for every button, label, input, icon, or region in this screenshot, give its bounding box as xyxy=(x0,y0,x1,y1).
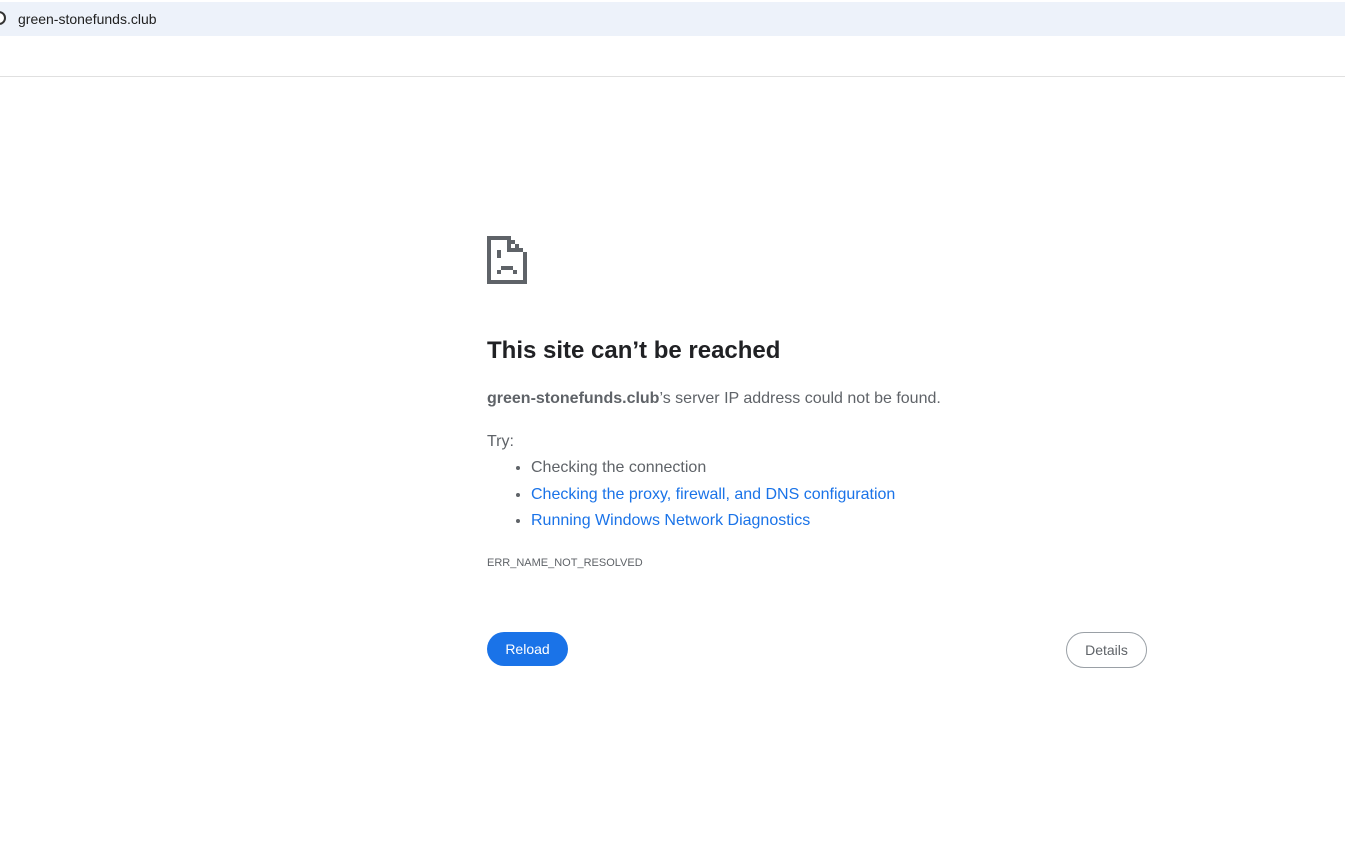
network-diagnostics-link[interactable]: Running Windows Network Diagnostics xyxy=(531,512,810,529)
error-summary: green-stonefunds.club’s server IP addres… xyxy=(487,390,941,408)
error-code: ERR_NAME_NOT_RESOLVED xyxy=(487,557,643,569)
url-text[interactable]: green-stonefunds.club xyxy=(18,11,157,27)
suggestion-item: Running Windows Network Diagnostics xyxy=(531,511,895,538)
suggestion-text: Checking the connection xyxy=(531,459,707,476)
site-info-icon[interactable] xyxy=(0,11,6,25)
try-label: Try: xyxy=(487,433,514,450)
error-title: This site can’t be reached xyxy=(487,337,781,364)
toolbar-divider xyxy=(0,76,1345,77)
error-host: green-stonefunds.club xyxy=(487,390,660,407)
address-bar[interactable]: green-stonefunds.club xyxy=(0,2,1345,36)
sad-page-icon xyxy=(487,236,527,284)
reload-button[interactable]: Reload xyxy=(487,632,568,666)
suggestions-list: Checking the connection Checking the pro… xyxy=(487,458,895,538)
suggestion-item: Checking the proxy, firewall, and DNS co… xyxy=(531,485,895,512)
suggestion-item: Checking the connection xyxy=(531,458,895,485)
error-summary-text: ’s server IP address could not be found. xyxy=(659,390,941,407)
proxy-firewall-dns-link[interactable]: Checking the proxy, firewall, and DNS co… xyxy=(531,486,895,503)
details-button[interactable]: Details xyxy=(1066,632,1147,668)
